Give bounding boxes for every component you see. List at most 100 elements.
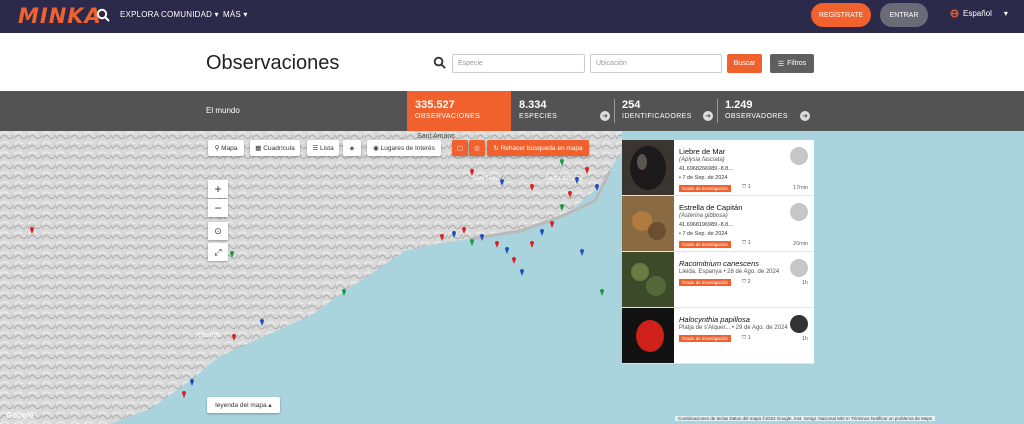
observation-name: Racomitrium canescens <box>679 259 760 268</box>
chevron-down-icon: ▾ <box>1003 9 1008 18</box>
observation-name: Liebre de Mar <box>679 147 726 156</box>
identification-icon: ⛉ <box>742 184 747 190</box>
observation-photo <box>622 308 674 363</box>
id-count: ⛉ 1 <box>742 240 751 247</box>
observation-scientific-name: (Aplysia fasciata) <box>679 157 725 163</box>
observation-time: 20min <box>793 241 808 247</box>
login-button[interactable]: ENTRAR <box>880 3 928 27</box>
map-legend-button[interactable]: leyenda del mapa ▴ <box>207 397 280 413</box>
refresh-icon: ↻ <box>493 145 499 152</box>
expand-icon: ⤢ <box>214 246 222 257</box>
nav-comunidad[interactable]: COMUNIDAD ▾ <box>161 10 219 19</box>
avatar[interactable] <box>790 203 808 221</box>
observation-markers <box>30 159 604 398</box>
nav-mas[interactable]: MÁS ▾ <box>223 10 248 19</box>
stat-species[interactable]: 8.334 ESPECIES ➜ <box>511 91 614 131</box>
circle-icon: ◎ <box>474 145 480 152</box>
stat-value: 335.527 <box>415 99 455 111</box>
id-count-value: 1 <box>747 335 751 341</box>
minka-logo[interactable]: MINKA <box>18 4 102 28</box>
locate-button[interactable]: ⊙ <box>208 222 228 240</box>
map-pin-icon: ⚲ <box>214 145 220 152</box>
arrow-right-icon: ➜ <box>800 111 810 121</box>
quality-badge: Grado de investigación <box>679 185 732 192</box>
quality-badge: Grado de investigación <box>679 335 732 342</box>
arrow-right-icon: ➜ <box>600 111 610 121</box>
stat-value: 1.249 <box>725 99 753 111</box>
map-attribution: Combinaciones de teclas Datos del mapa ©… <box>675 416 936 421</box>
stat-observations[interactable]: 335.527 OBSERVACIONES <box>407 91 511 131</box>
observation-photo <box>622 252 674 307</box>
redo-search-button[interactable]: ↻ Rehacer búsqueda en mapa <box>487 140 589 156</box>
language-selector[interactable]: Español ▾ <box>950 9 1008 18</box>
identification-icon: ⛉ <box>742 279 747 285</box>
map-view-button[interactable]: ⚲ Mapa <box>208 140 244 156</box>
stat-value: 254 <box>622 99 641 111</box>
observation-card[interactable]: Racomitrium canescens Lleida, Espanya • … <box>622 252 814 308</box>
search-icon[interactable] <box>96 8 110 22</box>
observation-time: 1h <box>801 336 808 342</box>
filters-button[interactable]: ☰ Filtros <box>770 54 814 73</box>
stats-bar: El mundo 335.527 OBSERVACIONES 8.334 ESP… <box>0 91 1024 131</box>
observation-time: 17min <box>793 185 808 191</box>
quality-badge: Grado de investigación <box>679 279 732 286</box>
observation-card[interactable]: Liebre de Mar (Aplysia fasciata) 41.6968… <box>622 140 814 196</box>
rectangle-icon: ▢ <box>456 145 464 152</box>
draw-rectangle-button[interactable]: ▢ <box>452 140 468 156</box>
nav-explora[interactable]: EXPLORA <box>120 10 159 19</box>
grid-icon: ▦ <box>255 145 262 152</box>
stat-value: 8.334 <box>519 99 547 111</box>
search-button[interactable]: Buscar <box>727 54 762 73</box>
register-button[interactable]: REGÍSTRATE <box>811 3 871 27</box>
stat-observers[interactable]: 1.249 OBSERVADORES ➜ <box>717 91 814 131</box>
observation-card[interactable]: Halocynthia papillosa Platja de s'Alquer… <box>622 308 814 364</box>
places-of-interest-button[interactable]: ◉ Lugares de Interés <box>367 140 441 156</box>
id-count: ⛉ 1 <box>742 335 751 342</box>
top-nav: MINKA EXPLORA COMUNIDAD ▾ MÁS ▾ REGÍSTRA… <box>0 0 1024 33</box>
list-view-button[interactable]: ☰ Lista <box>307 140 339 156</box>
arrow-right-icon: ➜ <box>703 111 713 121</box>
map-view-label: Mapa <box>221 144 238 152</box>
places-label: Lugares de Interés <box>380 144 435 152</box>
id-count: ⛉ 1 <box>742 184 751 191</box>
language-label: Español <box>963 9 992 18</box>
stat-identifiers[interactable]: 254 IDENTIFICADORES ➜ <box>614 91 717 131</box>
fullscreen-button[interactable]: ⤢ <box>208 243 228 261</box>
minus-icon: − <box>214 201 222 215</box>
plus-icon: + <box>214 182 222 196</box>
observation-map[interactable]: Sant Amanç Sant Feliu Rosamar Santa Cris… <box>0 131 1024 424</box>
observation-location: 41.6968266989,-8.8... <box>679 166 733 172</box>
place-label: El mundo <box>206 106 240 115</box>
page-title: Observaciones <box>206 52 340 74</box>
avatar[interactable] <box>790 315 808 333</box>
draw-circle-button[interactable]: ◎ <box>469 140 485 156</box>
identification-icon: ⛉ <box>742 335 747 341</box>
avatar[interactable] <box>790 259 808 277</box>
avatar[interactable] <box>790 147 808 165</box>
zoom-in-button[interactable]: + <box>208 180 228 198</box>
observation-name: Halocynthia papillosa <box>679 315 750 324</box>
observation-name: Estrella de Capitán <box>679 203 743 212</box>
identification-icon: ⛉ <box>742 240 747 246</box>
species-input[interactable]: Especie <box>452 54 585 73</box>
list-icon: ☰ <box>312 145 319 152</box>
search-icon <box>433 56 446 69</box>
observation-location: Lleida, Espanya • 28 de Ago. de 2024 <box>679 269 780 275</box>
location-input[interactable]: Ubicación <box>590 54 722 73</box>
observation-photo <box>622 196 674 251</box>
list-view-label: Lista <box>319 144 334 152</box>
globe-icon: ◉ <box>373 145 379 152</box>
observation-photo <box>622 140 674 195</box>
observation-date: • 7 de Sep. de 2024 <box>679 231 728 237</box>
id-count-value: 2 <box>747 279 751 285</box>
divider <box>717 99 718 123</box>
grid-view-button[interactable]: ▦ Cuadrícula <box>250 140 300 156</box>
divider <box>614 99 615 123</box>
observation-card[interactable]: Estrella de Capitán (Asterina gibbosa) 4… <box>622 196 814 252</box>
stat-label: OBSERVACIONES <box>415 113 481 120</box>
layers-button[interactable]: ◈ <box>343 140 361 156</box>
zoom-out-button[interactable]: − <box>208 199 228 217</box>
id-count-value: 1 <box>747 240 751 246</box>
observation-time: 1h <box>801 280 808 286</box>
crosshair-icon: ⊙ <box>214 225 222 236</box>
